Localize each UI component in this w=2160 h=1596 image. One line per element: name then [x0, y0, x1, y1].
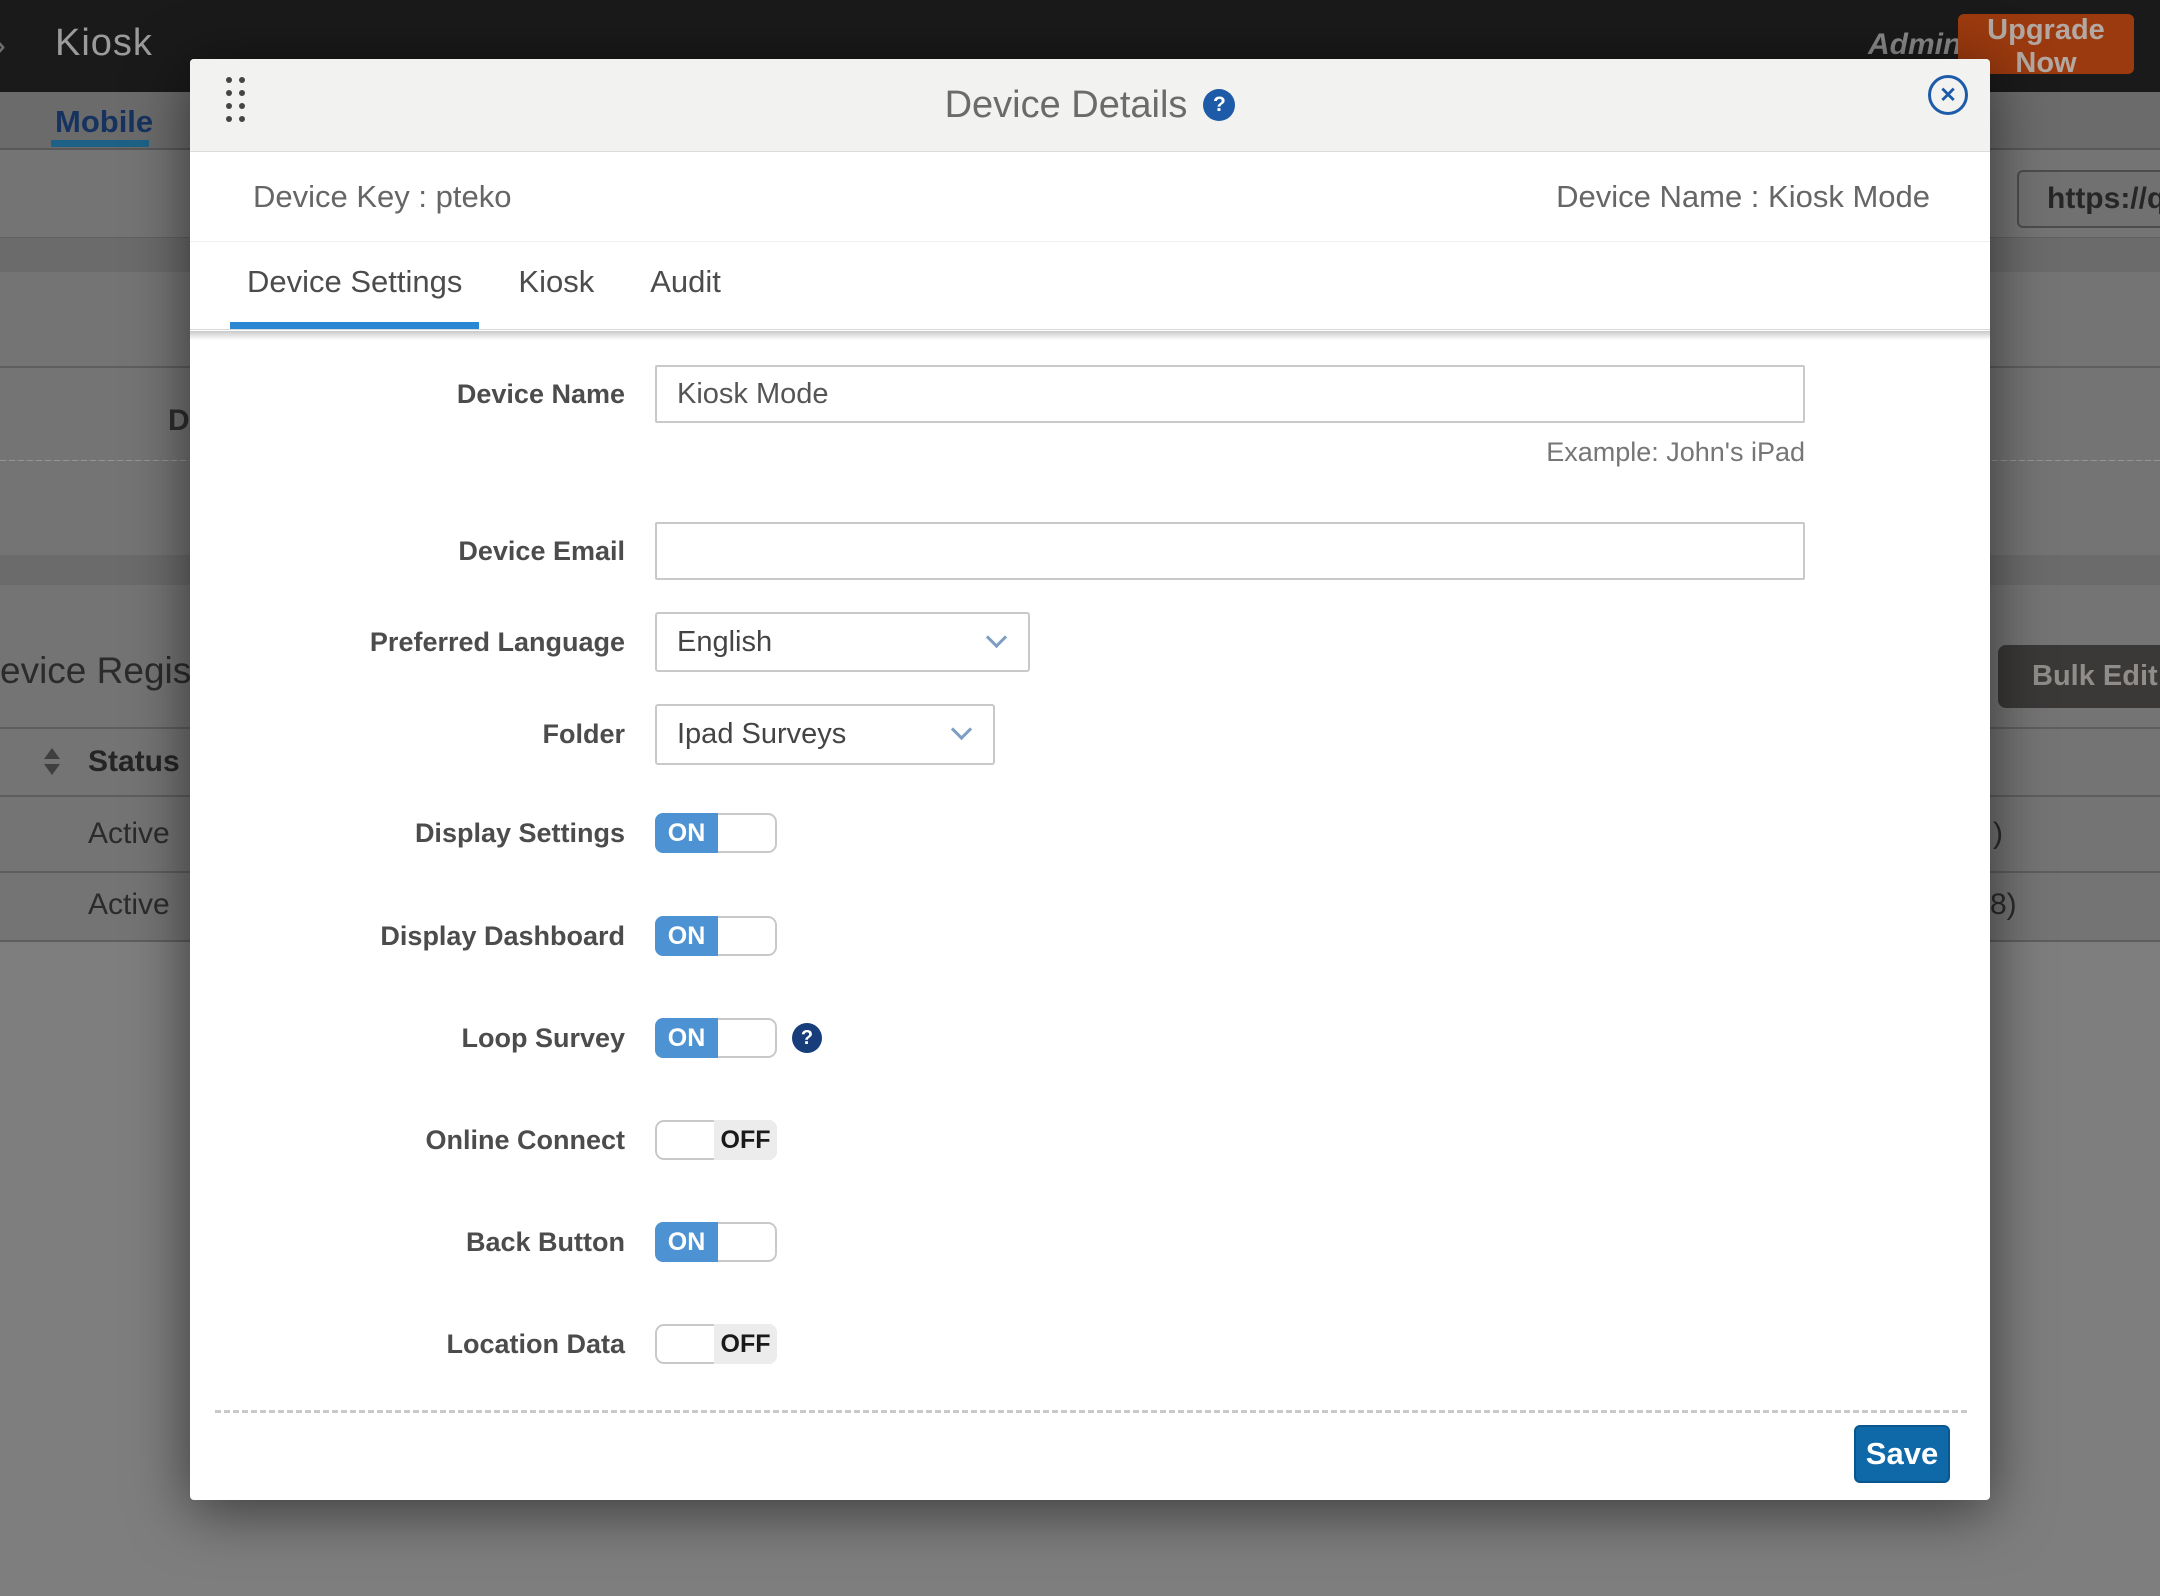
location-data-toggle[interactable]: OFF [655, 1324, 777, 1364]
url-text: https://qa. [2047, 182, 2160, 216]
device-name-label: Device Name : Kiosk Mode [1556, 179, 1930, 215]
table-row-fragment: ) [1993, 817, 2003, 851]
loop-survey-label: Loop Survey [190, 1018, 625, 1058]
loop-survey-toggle[interactable]: ON [655, 1018, 777, 1058]
preferred-language-value: English [677, 626, 772, 659]
drag-handle-icon[interactable] [226, 77, 245, 122]
device-details-modal: Device Details ? ✕ Device Key : pteko De… [190, 59, 1990, 1500]
tab-mobile-underline [51, 140, 149, 147]
admin-label: Admin [1868, 28, 1961, 62]
tab-bar-shadow [190, 331, 1990, 340]
close-icon[interactable]: ✕ [1928, 75, 1968, 115]
help-icon[interactable]: ? [1203, 89, 1235, 121]
page-title: Kiosk [55, 22, 153, 65]
modal-tab-bar: Device Settings Kiosk Audit [190, 242, 1990, 330]
device-registration-heading: evice Registr [0, 650, 214, 692]
url-input[interactable]: https://qa. [2017, 170, 2160, 228]
location-data-label: Location Data [190, 1324, 625, 1364]
footer-dashed-divider [215, 1410, 1967, 1413]
device-name-helper-text: Example: John's iPad [1546, 437, 1805, 468]
folder-select[interactable]: Ipad Surveys [655, 704, 995, 765]
tab-audit[interactable]: Audit [633, 242, 738, 329]
toggle-state: ON [655, 1222, 718, 1262]
toggle-state: OFF [714, 1324, 777, 1364]
device-key-label: Device Key : pteko [253, 179, 511, 215]
tab-mobile[interactable]: Mobile [55, 104, 153, 140]
online-connect-toggle[interactable]: OFF [655, 1120, 777, 1160]
folder-field-label: Folder [190, 704, 625, 765]
tab-kiosk[interactable]: Kiosk [501, 242, 611, 329]
table-row-fragment: 8) [1990, 888, 2017, 922]
device-email-input[interactable] [655, 522, 1805, 580]
background-label-fragment: D [168, 404, 190, 438]
online-connect-label: Online Connect [190, 1120, 625, 1160]
preferred-language-select[interactable]: English [655, 612, 1030, 672]
tab-device-settings[interactable]: Device Settings [230, 242, 479, 329]
save-button[interactable]: Save [1854, 1425, 1950, 1483]
back-button-label: Back Button [190, 1222, 625, 1262]
status-column-header[interactable]: Status [88, 745, 180, 779]
modal-header: Device Details ? ✕ [190, 59, 1990, 152]
device-name-input[interactable] [655, 365, 1805, 423]
device-email-field-label: Device Email [190, 522, 625, 580]
breadcrumb-chevron-icon: › [0, 24, 6, 66]
toggle-state: ON [655, 813, 718, 853]
bulk-edit-devices-button[interactable]: Bulk Edit Dev [1998, 645, 2160, 708]
folder-value: Ipad Surveys [677, 718, 846, 751]
device-name-field-label: Device Name [190, 365, 625, 423]
chevron-down-icon [951, 719, 972, 740]
display-settings-toggle[interactable]: ON [655, 813, 777, 853]
toggle-state: ON [655, 1018, 718, 1058]
display-dashboard-label: Display Dashboard [190, 916, 625, 956]
back-button-toggle[interactable]: ON [655, 1222, 777, 1262]
display-settings-label: Display Settings [190, 813, 625, 853]
preferred-language-field-label: Preferred Language [190, 612, 625, 672]
toggle-state: OFF [714, 1120, 777, 1160]
table-row-status: Active [88, 817, 170, 851]
table-row-status: Active [88, 888, 170, 922]
sort-icon[interactable] [44, 748, 60, 780]
chevron-down-icon [986, 627, 1007, 648]
loop-survey-help-icon[interactable]: ? [792, 1023, 822, 1053]
modal-title: Device Details [945, 84, 1188, 127]
device-key-row: Device Key : pteko Device Name : Kiosk M… [190, 152, 1990, 242]
toggle-state: ON [655, 916, 718, 956]
display-dashboard-toggle[interactable]: ON [655, 916, 777, 956]
